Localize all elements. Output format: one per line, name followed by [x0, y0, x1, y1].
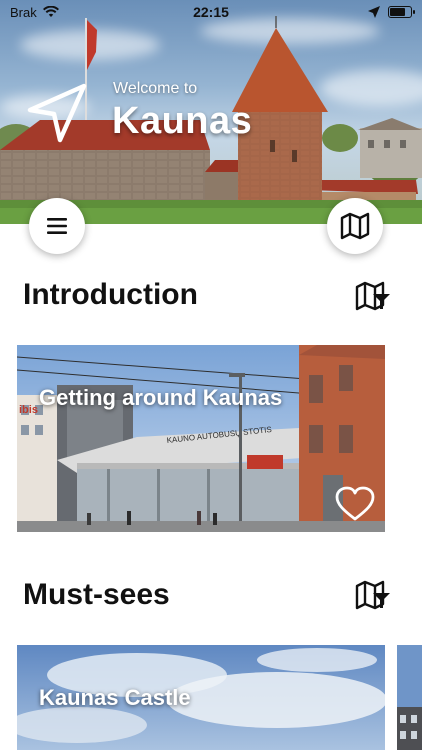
menu-button[interactable] [29, 198, 85, 254]
map-filter-icon[interactable] [355, 580, 391, 610]
navigation-arrow-icon [27, 83, 87, 143]
status-bar: Brak 22:15 [0, 0, 422, 24]
card-next-peek[interactable] [397, 645, 422, 750]
heart-outline-icon[interactable] [335, 486, 375, 522]
section-title-introduction: Introduction [23, 278, 198, 311]
hamburger-menu-icon [47, 218, 67, 234]
card-title: Kaunas Castle [39, 685, 191, 710]
hero-subtitle: Welcome to [113, 80, 198, 97]
ibis-sign: ibis [19, 404, 38, 416]
hero-title: Kaunas [112, 100, 253, 142]
hero-banner: Brak 22:15 Welcome to Kaunas [0, 0, 422, 224]
map-view-button[interactable] [327, 198, 383, 254]
map-filter-icon[interactable] [355, 281, 391, 311]
next-card-image [397, 645, 422, 750]
card-kaunas-castle[interactable]: Kaunas Castle [17, 645, 385, 750]
map-icon [340, 212, 370, 240]
bus-station-image: KAUNO AUTOBUSŲ STOTIS ibis [17, 345, 385, 532]
battery-icon [388, 6, 415, 18]
battery-level [390, 8, 405, 16]
section-title-must-sees: Must-sees [23, 578, 170, 611]
card-getting-around[interactable]: KAUNO AUTOBUSŲ STOTIS ibis Getting aroun… [17, 345, 385, 532]
card-title: Getting around Kaunas [39, 385, 283, 410]
status-time: 22:15 [193, 4, 229, 20]
